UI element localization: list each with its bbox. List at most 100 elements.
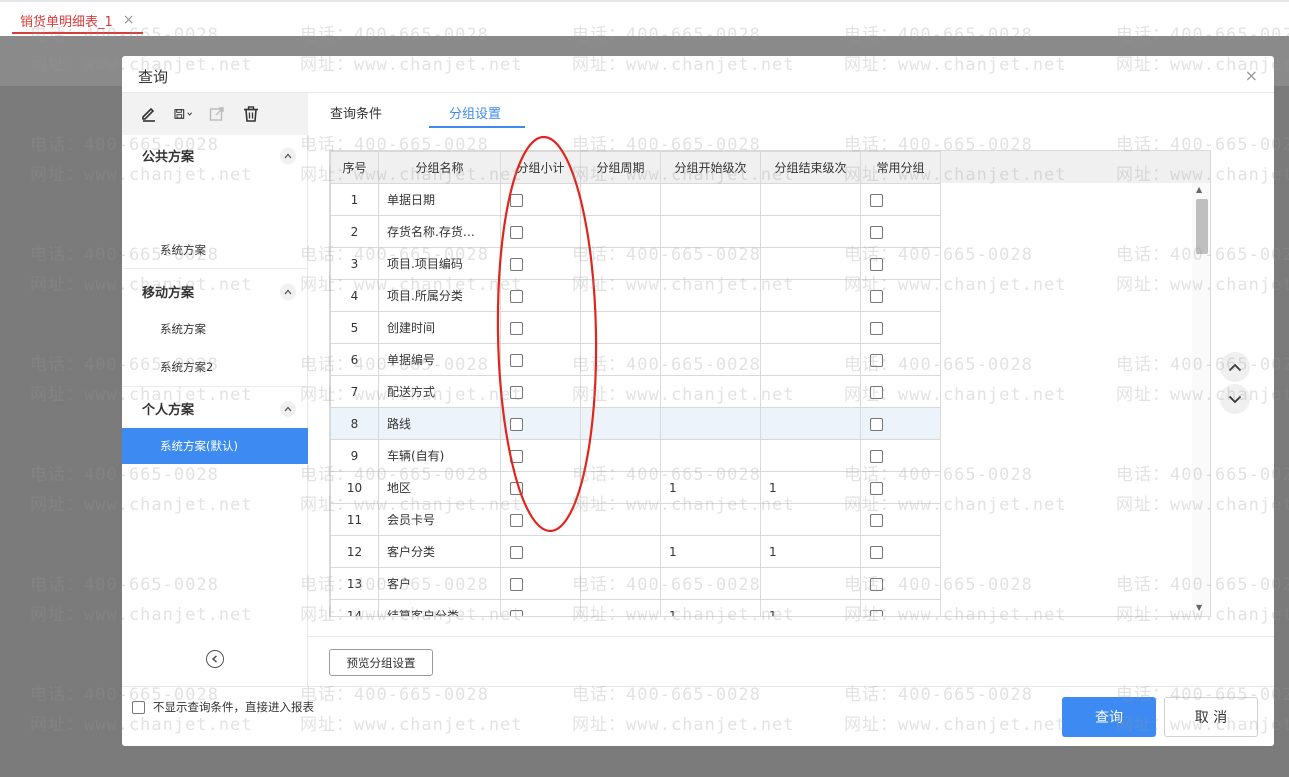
table-row[interactable]: 9 车辆(自有) (330, 439, 941, 472)
common-group-checkbox[interactable] (870, 225, 883, 239)
table-row[interactable]: 4 项目.所属分类 (330, 279, 941, 312)
start-level-cell[interactable] (660, 311, 761, 344)
period-cell[interactable] (580, 375, 661, 408)
table-row[interactable]: 14 结算客户分类 1 1 (330, 599, 941, 616)
subtotal-cell[interactable] (500, 407, 581, 440)
report-tab[interactable]: 销货单明细表_1 × (12, 8, 143, 34)
common-group-cell[interactable] (860, 311, 941, 344)
table-row[interactable]: 1 单据日期 (330, 183, 941, 216)
subtotal-cell[interactable] (500, 215, 581, 248)
chevron-up-icon[interactable] (280, 148, 296, 164)
end-level-cell[interactable] (760, 375, 861, 408)
start-level-cell[interactable] (660, 247, 761, 280)
common-group-checkbox[interactable] (870, 417, 883, 431)
scheme-item-mobile-system[interactable]: 系统方案 (122, 311, 308, 347)
common-group-cell[interactable] (860, 439, 941, 472)
common-group-checkbox[interactable] (870, 577, 883, 591)
period-cell[interactable] (580, 407, 661, 440)
subtotal-cell[interactable] (500, 439, 581, 472)
common-group-cell[interactable] (860, 503, 941, 536)
start-level-cell[interactable]: 1 (660, 535, 761, 568)
table-row[interactable]: 11 会员卡号 (330, 503, 941, 536)
end-level-cell[interactable] (760, 215, 861, 248)
common-group-checkbox[interactable] (870, 449, 883, 463)
common-group-cell[interactable] (860, 375, 941, 408)
common-group-cell[interactable] (860, 215, 941, 248)
start-level-cell[interactable] (660, 407, 761, 440)
end-level-cell[interactable] (760, 503, 861, 536)
common-group-cell[interactable] (860, 183, 941, 216)
preview-group-button[interactable]: 预览分组设置 (329, 649, 433, 676)
period-cell[interactable] (580, 343, 661, 376)
start-level-cell[interactable] (660, 375, 761, 408)
period-cell[interactable] (580, 311, 661, 344)
start-level-cell[interactable] (660, 503, 761, 536)
start-level-cell[interactable] (660, 439, 761, 472)
start-level-cell[interactable] (660, 215, 761, 248)
period-cell[interactable] (580, 535, 661, 568)
table-row[interactable]: 8 路线 (330, 407, 941, 440)
subtotal-cell[interactable] (500, 375, 581, 408)
subtotal-checkbox[interactable] (510, 577, 523, 591)
subtotal-checkbox[interactable] (510, 609, 523, 616)
cancel-button[interactable]: 取 消 (1164, 697, 1258, 737)
table-row[interactable]: 5 创建时间 (330, 311, 941, 344)
close-icon[interactable]: × (123, 13, 135, 27)
subtotal-cell[interactable] (500, 247, 581, 280)
period-cell[interactable] (580, 215, 661, 248)
subtotal-cell[interactable] (500, 599, 581, 616)
tab-group-settings[interactable]: 分组设置 (449, 103, 501, 122)
common-group-checkbox[interactable] (870, 481, 883, 495)
common-group-checkbox[interactable] (870, 289, 883, 303)
start-level-cell[interactable] (660, 183, 761, 216)
subtotal-checkbox[interactable] (510, 321, 523, 335)
end-level-cell[interactable] (760, 343, 861, 376)
start-level-cell[interactable]: 1 (660, 599, 761, 616)
subtotal-checkbox[interactable] (510, 225, 523, 239)
end-level-cell[interactable] (760, 439, 861, 472)
subtotal-checkbox[interactable] (510, 545, 523, 559)
scrollbar-thumb[interactable] (1196, 199, 1208, 254)
table-row[interactable]: 7 配送方式 (330, 375, 941, 408)
table-row[interactable]: 10 地区 1 1 (330, 471, 941, 504)
subtotal-checkbox[interactable] (510, 193, 523, 207)
save-icon[interactable] (174, 105, 192, 123)
end-level-cell[interactable] (760, 311, 861, 344)
table-row[interactable]: 12 客户分类 1 1 (330, 535, 941, 568)
subtotal-checkbox[interactable] (510, 449, 523, 463)
scroll-down-icon[interactable]: ▼ (1196, 603, 1202, 612)
scheme-item-mobile-system2[interactable]: 系统方案2 (122, 349, 308, 385)
end-level-cell[interactable]: 1 (760, 599, 861, 616)
start-level-cell[interactable] (660, 567, 761, 600)
common-group-cell[interactable] (860, 407, 941, 440)
common-group-checkbox[interactable] (870, 257, 883, 271)
table-row[interactable]: 6 单据编号 (330, 343, 941, 376)
end-level-cell[interactable] (760, 567, 861, 600)
subtotal-cell[interactable] (500, 503, 581, 536)
common-group-checkbox[interactable] (870, 193, 883, 207)
edit-icon[interactable] (140, 105, 158, 123)
chevron-up-icon[interactable] (280, 284, 296, 300)
subtotal-cell[interactable] (500, 183, 581, 216)
subtotal-cell[interactable] (500, 471, 581, 504)
subtotal-checkbox[interactable] (510, 481, 523, 495)
end-level-cell[interactable]: 1 (760, 471, 861, 504)
end-level-cell[interactable] (760, 279, 861, 312)
end-level-cell[interactable] (760, 407, 861, 440)
common-group-cell[interactable] (860, 343, 941, 376)
common-group-cell[interactable] (860, 471, 941, 504)
move-up-button[interactable] (1220, 352, 1250, 382)
chevron-up-icon[interactable] (280, 401, 296, 417)
common-group-cell[interactable] (860, 535, 941, 568)
scroll-up-icon[interactable]: ▲ (1196, 185, 1202, 194)
end-level-cell[interactable]: 1 (760, 535, 861, 568)
common-group-checkbox[interactable] (870, 321, 883, 335)
common-group-cell[interactable] (860, 599, 941, 616)
subtotal-checkbox[interactable] (510, 257, 523, 271)
end-level-cell[interactable] (760, 247, 861, 280)
period-cell[interactable] (580, 247, 661, 280)
period-cell[interactable] (580, 439, 661, 472)
chevron-left-icon[interactable] (206, 650, 224, 668)
common-group-cell[interactable] (860, 247, 941, 280)
query-button[interactable]: 查询 (1062, 697, 1156, 737)
